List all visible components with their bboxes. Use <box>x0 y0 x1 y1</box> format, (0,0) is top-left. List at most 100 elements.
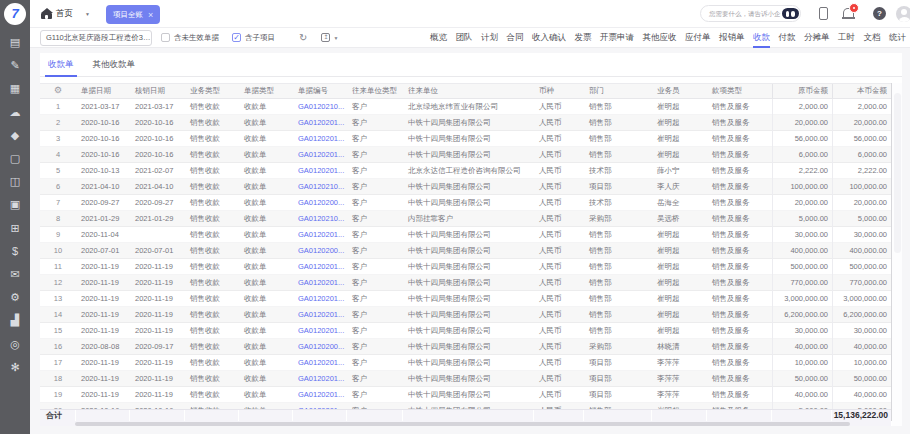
nav-item-团队[interactable]: 团队 <box>456 28 473 48</box>
column-header-单据类型[interactable]: 单据类型 <box>239 84 293 98</box>
home-caret-icon[interactable]: ▼ <box>85 11 90 17</box>
table-row[interactable]: 112020-11-192020-11-19销售收款收款单GA0120201..… <box>40 259 891 275</box>
finance-icon[interactable]: $ <box>0 244 30 258</box>
nav-item-开票申请[interactable]: 开票申请 <box>600 28 634 48</box>
cell-doc_no[interactable]: GA0120210... <box>293 179 347 195</box>
doc-tab-其他收款单[interactable]: 其他收款单 <box>90 53 139 77</box>
assistant-search-input[interactable]: 您需要什么，请告诉小企 <box>700 5 801 22</box>
nav-item-工时[interactable]: 工时 <box>838 28 855 48</box>
column-header-币种[interactable]: 币种 <box>534 84 584 98</box>
cell-doc_no[interactable]: GA0120201... <box>293 275 347 291</box>
history-icon[interactable]: ◎ <box>0 337 30 351</box>
cell-doc_no[interactable]: GA0120210... <box>293 99 347 115</box>
table-row[interactable]: 32020-10-162020-10-16销售收款收款单GA0120201...… <box>40 131 891 147</box>
table-row[interactable]: 92020-11-04销售收款收款单GA0120201...客户中铁十四局集团有… <box>40 227 891 243</box>
project-select[interactable]: G110北京延庆路段工程造价3… <box>40 30 152 46</box>
table-row[interactable]: 22020-10-162020-10-16销售收款收款单GA0120201...… <box>40 115 891 131</box>
shield-icon[interactable]: ◆ <box>0 128 30 142</box>
nav-item-合同[interactable]: 合同 <box>507 28 524 48</box>
nav-item-计划[interactable]: 计划 <box>481 28 498 48</box>
table-row[interactable]: 42020-10-162020-10-16销售收款收款单GA0120201...… <box>40 147 891 163</box>
table-row[interactable]: 72020-09-272020-09-27销售收款收款单GA0120200...… <box>40 195 891 211</box>
tab-project-full-account[interactable]: 项目全账 × <box>106 5 160 24</box>
cell-doc_no[interactable]: GA0120201... <box>293 259 347 275</box>
app-logo[interactable]: 7 <box>4 3 26 25</box>
cell-doc_no[interactable]: GA0120201... <box>293 227 347 243</box>
nav-item-概览[interactable]: 概览 <box>430 28 447 48</box>
cell-doc_no[interactable]: GA0120201... <box>293 291 347 307</box>
column-header-单据日期[interactable]: 单据日期 <box>76 84 130 98</box>
column-header-原币金额[interactable]: 原币金额 <box>772 84 832 98</box>
nav-item-发票[interactable]: 发票 <box>575 28 592 48</box>
nav-item-报销单[interactable]: 报销单 <box>719 28 745 48</box>
table-row[interactable]: 82021-01-292021-01-29销售收款收款单GA0120210...… <box>40 211 891 227</box>
cell-doc_no[interactable]: GA0120201... <box>293 115 347 131</box>
export-icon[interactable]: ↥ <box>321 33 330 42</box>
refresh-icon[interactable]: ↻ <box>299 32 307 43</box>
avatar[interactable] <box>896 6 910 22</box>
column-header-款项类型[interactable]: 款项类型 <box>707 84 772 98</box>
column-settings-gear-icon[interactable]: ⚙ <box>40 84 76 98</box>
table-row[interactable]: 182020-11-192020-11-19销售收款收款单GA0120201..… <box>40 371 891 387</box>
cell-doc_no[interactable]: GA0120201... <box>293 307 347 323</box>
module-icon[interactable]: ◫ <box>0 174 30 188</box>
table-row[interactable]: 132020-11-192020-11-19销售收款收款单GA0120201..… <box>40 291 891 307</box>
notification-bell-icon[interactable] <box>842 8 855 20</box>
tab-close-icon[interactable]: × <box>148 10 153 20</box>
cell-doc_no[interactable]: GA0120200... <box>293 195 347 211</box>
table-row[interactable]: 62021-04-102021-04-10销售收款收款单GA0120210...… <box>40 179 891 195</box>
assistant-toggle-icon[interactable] <box>782 8 799 19</box>
settings-icon[interactable]: ⚙ <box>0 290 30 304</box>
cell-doc_no[interactable]: GA0120200... <box>293 339 347 355</box>
checkbox-unposted[interactable] <box>161 33 170 42</box>
cell-doc_no[interactable]: GA0120201... <box>293 147 347 163</box>
table-row[interactable]: 52020-10-132021-02-07销售收款收款单GA0120201...… <box>40 163 891 179</box>
checkbox-subproject[interactable]: ✓ <box>232 33 241 42</box>
nav-item-文档[interactable]: 文档 <box>864 28 881 48</box>
nav-item-收款[interactable]: 收款 <box>753 28 770 48</box>
cell-doc_no[interactable]: GA0120201... <box>293 131 347 147</box>
column-header-往来单位[interactable]: 往来单位 <box>403 84 534 98</box>
column-header-业务类型[interactable]: 业务类型 <box>185 84 239 98</box>
help-icon[interactable]: ? <box>873 7 886 20</box>
mobile-icon[interactable] <box>819 7 828 20</box>
table-row[interactable]: 122020-11-192020-11-19销售收款收款单GA0120201..… <box>40 275 891 291</box>
nav-item-其他应收[interactable]: 其他应收 <box>643 28 677 48</box>
table-row[interactable]: 192020-11-192020-11-19销售收款收款单GA0120201..… <box>40 387 891 403</box>
report-mail-icon[interactable]: ✉ <box>0 267 30 281</box>
horizontal-scrollbar-thumb[interactable] <box>75 422 850 426</box>
cell-doc_no[interactable]: GA0120200... <box>293 243 347 259</box>
cell-doc_no[interactable]: GA0120201... <box>293 163 347 179</box>
cell-doc_no[interactable]: GA0120210... <box>293 211 347 227</box>
calendar-icon[interactable]: ▣ <box>0 197 30 211</box>
column-header-本币金额[interactable]: 本币金额 <box>832 84 891 98</box>
nav-item-收入确认[interactable]: 收入确认 <box>532 28 566 48</box>
cloud-icon[interactable]: ☁ <box>0 105 30 119</box>
ledger-icon[interactable]: ▦ <box>0 81 30 95</box>
archive-icon[interactable]: ▢ <box>0 151 30 165</box>
column-header-单据编号[interactable]: 单据编号 <box>293 84 347 98</box>
column-header-往来单位类型[interactable]: 往来单位类型 <box>347 84 403 98</box>
cell-doc_no[interactable]: GA0120201... <box>293 355 347 371</box>
cell-doc_no[interactable]: GA0120201... <box>293 323 347 339</box>
cell-doc_no[interactable]: GA0120201... <box>293 371 347 387</box>
column-header-部门[interactable]: 部门 <box>584 84 652 98</box>
table-row[interactable]: 172020-11-192020-11-19销售收款收款单GA0120201..… <box>40 355 891 371</box>
table-row[interactable]: 12021-03-172021-03-17销售收款收款单GA0120210...… <box>40 99 891 115</box>
table-row[interactable]: 152020-11-192020-11-19销售收款收款单GA0120201..… <box>40 323 891 339</box>
nav-item-应付单[interactable]: 应付单 <box>685 28 711 48</box>
nav-item-分摊单[interactable]: 分摊单 <box>804 28 830 48</box>
doc-tab-收款单[interactable]: 收款单 <box>45 53 77 77</box>
table-row[interactable]: 142020-11-192020-11-19销售收款收款单GA0120201..… <box>40 307 891 323</box>
column-header-核销日期[interactable]: 核销日期 <box>130 84 185 98</box>
plugin-icon[interactable]: ✻ <box>0 360 30 374</box>
cell-doc_no[interactable]: GA0120201... <box>293 387 347 403</box>
dashboard-icon[interactable]: ▤ <box>0 35 30 49</box>
vertical-scrollbar-thumb[interactable] <box>894 93 901 253</box>
column-header-业务员[interactable]: 业务员 <box>652 84 707 98</box>
apps-grid-icon[interactable]: ⊞ <box>0 221 30 235</box>
table-row[interactable]: 162020-08-082020-09-17销售收款收款单GA0120200..… <box>40 339 891 355</box>
table-row[interactable]: 102020-07-012020-07-01销售收款收款单GA0120200..… <box>40 243 891 259</box>
home-button[interactable]: 首页 ▼ <box>41 0 90 27</box>
chart-icon[interactable]: ▟ <box>0 313 30 327</box>
